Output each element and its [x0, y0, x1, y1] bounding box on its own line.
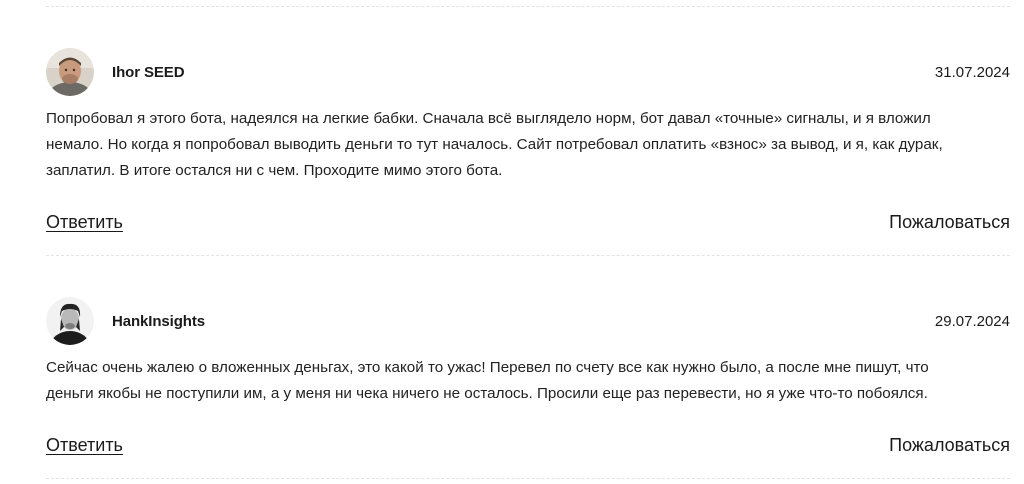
user-avatar-icon	[46, 297, 94, 345]
comment-text: Сейчас очень жалею о вложенных деньгах, …	[46, 355, 1010, 407]
avatar	[46, 48, 94, 96]
comment-date: 31.07.2024	[934, 64, 1010, 81]
avatar	[46, 297, 94, 345]
report-button[interactable]: Пожаловаться	[889, 435, 1010, 456]
comment-item: Ihor SEED 31.07.2024 Попробовал я этого …	[46, 48, 1010, 248]
comment-item: HankInsights 29.07.2024 Сейчас очень жал…	[46, 297, 1010, 477]
comment-header: Ihor SEED 31.07.2024	[46, 48, 1010, 98]
comment-text-line: заплатил. В итоге остался ни с чем. Прох…	[46, 162, 503, 179]
comment-divider-top	[46, 6, 1010, 7]
reply-button[interactable]: Ответить	[46, 435, 123, 456]
comment-text-line: Сейчас очень жалею о вложенных деньгах, …	[46, 359, 929, 376]
comment-text-line: Попробовал я этого бота, надеялся на лег…	[46, 110, 931, 127]
comment-text: Попробовал я этого бота, надеялся на лег…	[46, 106, 1010, 184]
comment-author: Ihor SEED	[112, 64, 185, 81]
user-avatar-icon	[46, 48, 94, 96]
comment-text-line: немало. Но когда я попробовал выводить д…	[46, 136, 943, 153]
reply-button[interactable]: Ответить	[46, 212, 123, 233]
comment-divider	[46, 255, 1010, 256]
comment-header: HankInsights 29.07.2024	[46, 297, 1010, 347]
comment-date: 29.07.2024	[934, 313, 1010, 330]
comment-divider	[46, 478, 1010, 479]
comment-text-line: деньги якобы не поступили им, а у меня н…	[46, 385, 928, 402]
comment-author: HankInsights	[112, 313, 205, 330]
report-button[interactable]: Пожаловаться	[889, 212, 1010, 233]
